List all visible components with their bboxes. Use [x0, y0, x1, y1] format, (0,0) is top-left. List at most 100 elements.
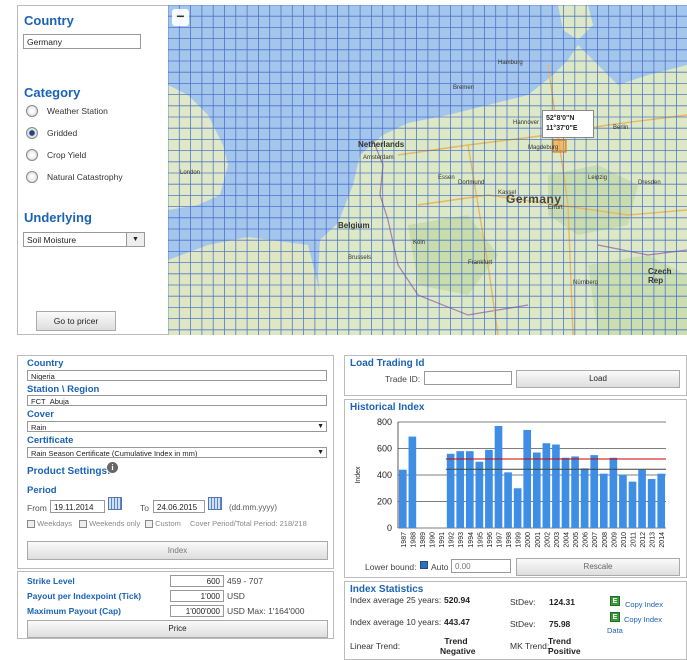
trade-id-input[interactable]: [424, 371, 512, 385]
category-radio-crop-yield[interactable]: [26, 149, 38, 161]
weekends-box[interactable]: [79, 520, 87, 529]
category-radio-gridded[interactable]: [26, 127, 38, 139]
x-tick-label: 1990: [430, 532, 437, 548]
x-tick-label: 1995: [477, 532, 484, 548]
weekdays-box[interactable]: [27, 520, 35, 529]
bar: [532, 452, 541, 528]
y-tick-label: 600: [377, 444, 392, 454]
max-payout-label: Maximum Payout (Cap): [27, 606, 121, 616]
avg10-value: 443.47: [444, 617, 470, 627]
from-date-input[interactable]: 19.11.2014: [50, 500, 105, 513]
load-button[interactable]: Load: [516, 370, 680, 388]
weekdays-checkbox[interactable]: Weekdays: [27, 519, 72, 529]
city-label: Bremen: [453, 85, 475, 91]
trend-line1: Trend: [444, 636, 468, 646]
to-date-input[interactable]: 24.06.2015: [153, 500, 205, 513]
x-tick-label: 2001: [535, 532, 542, 548]
historical-index-chart: 0200400600800Index1987 1988 1989 1990 1991 19…: [355, 417, 666, 548]
label-netherlands: Netherlands: [358, 140, 405, 149]
avg25-label: Index average 25 years:: [350, 595, 442, 605]
city-label: Erfurt: [548, 205, 563, 211]
country-input[interactable]: Germany: [23, 34, 141, 49]
cover-select[interactable]: Rain ▼: [27, 421, 327, 432]
city-label: Kassel: [498, 190, 517, 196]
auto-label: Auto: [431, 562, 449, 572]
payout-label: Payout per Indexpoint (Tick): [27, 591, 142, 601]
category-radio-natural-catastrophy[interactable]: [26, 171, 38, 183]
x-tick-label: 1988: [410, 532, 417, 548]
category-label[interactable]: Gridded: [47, 128, 77, 138]
category-title: Category: [24, 85, 81, 100]
label-belgium: Belgium: [338, 221, 370, 230]
avg25-value: 520.94: [444, 595, 470, 605]
copy-index-data-link[interactable]: Copy Index Data: [607, 614, 662, 636]
y-tick-label: 400: [377, 470, 392, 480]
category-label[interactable]: Natural Catastrophy: [47, 172, 123, 182]
x-tick-label: 2000: [525, 532, 532, 548]
calendar-icon[interactable]: [208, 497, 222, 510]
x-tick-label: 2014: [659, 532, 666, 548]
y-tick-label: 800: [377, 417, 392, 427]
cover-period-text: Cover Period/Total Period: 218/218: [190, 519, 307, 528]
lower-bound-input[interactable]: 0.00: [451, 559, 511, 573]
calendar-icon[interactable]: [108, 497, 122, 510]
weekends-checkbox[interactable]: Weekends only: [79, 519, 141, 529]
category-label[interactable]: Crop Yield: [47, 150, 86, 160]
bar: [638, 469, 646, 528]
zoom-out-button[interactable]: −: [172, 9, 189, 26]
custom-checkbox[interactable]: Custom: [145, 519, 181, 529]
copy-index-link[interactable]: Copy Index: [625, 600, 663, 609]
weekends-label: Weekends only: [89, 519, 141, 528]
bar: [475, 461, 484, 528]
bar: [657, 473, 666, 528]
country-field[interactable]: Nigeria: [27, 370, 327, 381]
x-tick-label: 2010: [621, 532, 628, 548]
price-button[interactable]: Price: [27, 620, 328, 638]
auto-checkbox[interactable]: [420, 561, 428, 569]
category-radio-weather-station[interactable]: [26, 105, 38, 117]
city-label: Berlin: [613, 125, 629, 131]
custom-box[interactable]: [145, 520, 153, 529]
rescale-button[interactable]: Rescale: [516, 558, 680, 576]
x-tick-label: 1994: [468, 532, 475, 548]
mk-line1: Trend: [548, 636, 572, 646]
index-button[interactable]: Index: [27, 541, 328, 560]
category-label[interactable]: Weather Station: [47, 106, 108, 116]
stdev25-value: 124.31: [549, 597, 575, 607]
bar: [446, 453, 455, 528]
x-tick-label: 1997: [497, 532, 504, 548]
excel-icon[interactable]: E: [610, 596, 620, 606]
info-icon[interactable]: i: [107, 462, 118, 473]
stdev25-label: StDev:: [510, 597, 536, 607]
chevron-down-icon: ▼: [126, 233, 144, 246]
payout-unit: USD: [227, 591, 245, 601]
go-to-pricer-button[interactable]: Go to pricer: [36, 311, 116, 331]
mk-trend-label: MK Trend:: [510, 641, 550, 651]
mk-line2: Positive: [548, 646, 581, 656]
trend-line2: Negative: [440, 646, 476, 656]
station-field[interactable]: FCT_Abuja: [27, 395, 327, 406]
stdev10-value: 75.98: [549, 619, 571, 629]
strike-input[interactable]: 600: [170, 575, 224, 587]
x-tick-label: 1992: [449, 532, 456, 548]
y-tick-label: 200: [377, 497, 392, 507]
to-label: To: [140, 503, 149, 513]
x-tick-label: 1999: [516, 532, 523, 548]
from-label: From: [27, 503, 47, 513]
stdev10-label: StDev:: [510, 619, 536, 629]
certificate-select[interactable]: Rain Season Certificate (Cumulative Inde…: [27, 447, 327, 458]
coordinate-tooltip: 52°8'0"N 11°37'0"E: [542, 110, 594, 138]
x-tick-label: 1989: [420, 532, 427, 548]
max-payout-input[interactable]: 1'000'000: [170, 605, 224, 617]
avg10-label: Index average 10 years:: [350, 617, 442, 627]
weekdays-label: Weekdays: [37, 519, 72, 528]
x-tick-label: 2009: [611, 532, 618, 548]
map-view[interactable]: − 52°8'0"N 11°37'0"E Netherlands Belgium…: [168, 5, 687, 335]
bar: [408, 436, 417, 528]
city-label: Frankfurt: [468, 260, 493, 266]
underlying-select[interactable]: Soil Moisture ▼: [23, 232, 145, 247]
map-canvas[interactable]: [168, 5, 687, 335]
city-label: London: [180, 170, 201, 176]
payout-input[interactable]: 1'000: [170, 590, 224, 602]
certificate-value: Rain Season Certificate (Cumulative Inde…: [31, 449, 198, 458]
